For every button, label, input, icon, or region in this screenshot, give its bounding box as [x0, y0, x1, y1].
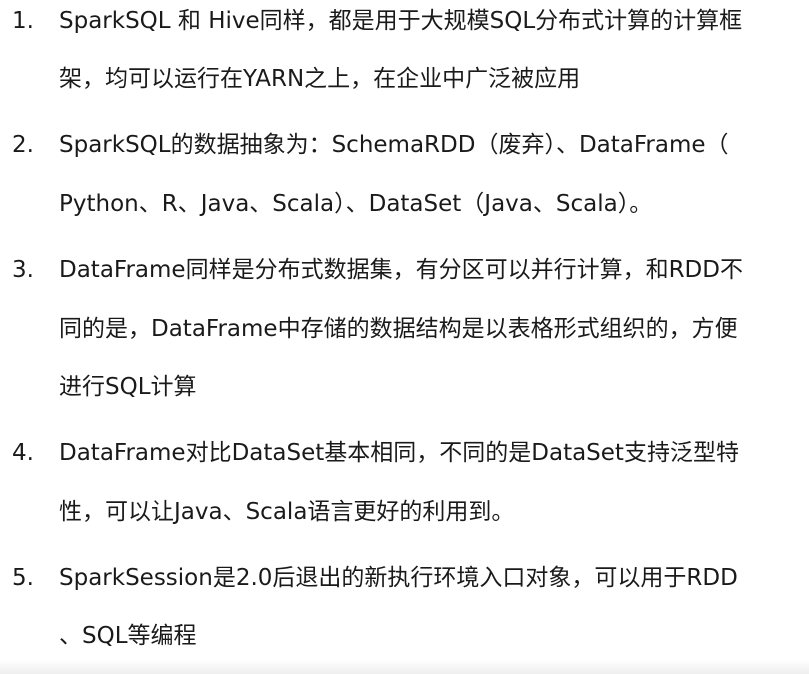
list-item-text-line: SparkSQL的数据抽象为：SchemaRDD（废弃）、DataFrame（: [59, 132, 729, 158]
numbered-list-document: 1. SparkSQL 和 Hive同样，都是用于大规模SQL分布式计算的计算框…: [0, 0, 809, 674]
list-item-number: 2.: [12, 132, 34, 158]
list-item-number: 4.: [12, 440, 34, 466]
list-item-number: 5.: [12, 565, 34, 591]
list-item-text-line: 同的是，DataFrame中存储的数据结构是以表格形式组织的，方便: [59, 316, 738, 342]
list-item-text-line: SparkSession是2.0后退出的新执行环境入口对象，可以用于RDD: [59, 565, 738, 591]
list-item-text-line: SparkSQL 和 Hive同样，都是用于大规模SQL分布式计算的计算框: [59, 8, 743, 34]
list-item-text-line: DataFrame同样是分布式数据集，有分区可以并行计算，和RDD不: [59, 257, 743, 283]
list-item-number: 3.: [12, 257, 34, 283]
list-item-number: 1.: [12, 8, 34, 34]
list-item-text-line: 、SQL等编程: [59, 623, 197, 649]
list-item-text-line: 进行SQL计算: [59, 374, 197, 400]
list-item-text-line: Python、R、Java、Scala）、DataSet（Java、Scala）…: [59, 191, 653, 217]
list-item-text-line: DataFrame对比DataSet基本相同，不同的是DataSet支持泛型特: [59, 440, 739, 466]
list-item-text-line: 性，可以让Java、Scala语言更好的利用到。: [59, 499, 515, 525]
list-item-text-line: 架，均可以运行在YARN之上，在企业中广泛被应用: [59, 66, 581, 92]
bottom-shadow-edge: [0, 660, 809, 674]
